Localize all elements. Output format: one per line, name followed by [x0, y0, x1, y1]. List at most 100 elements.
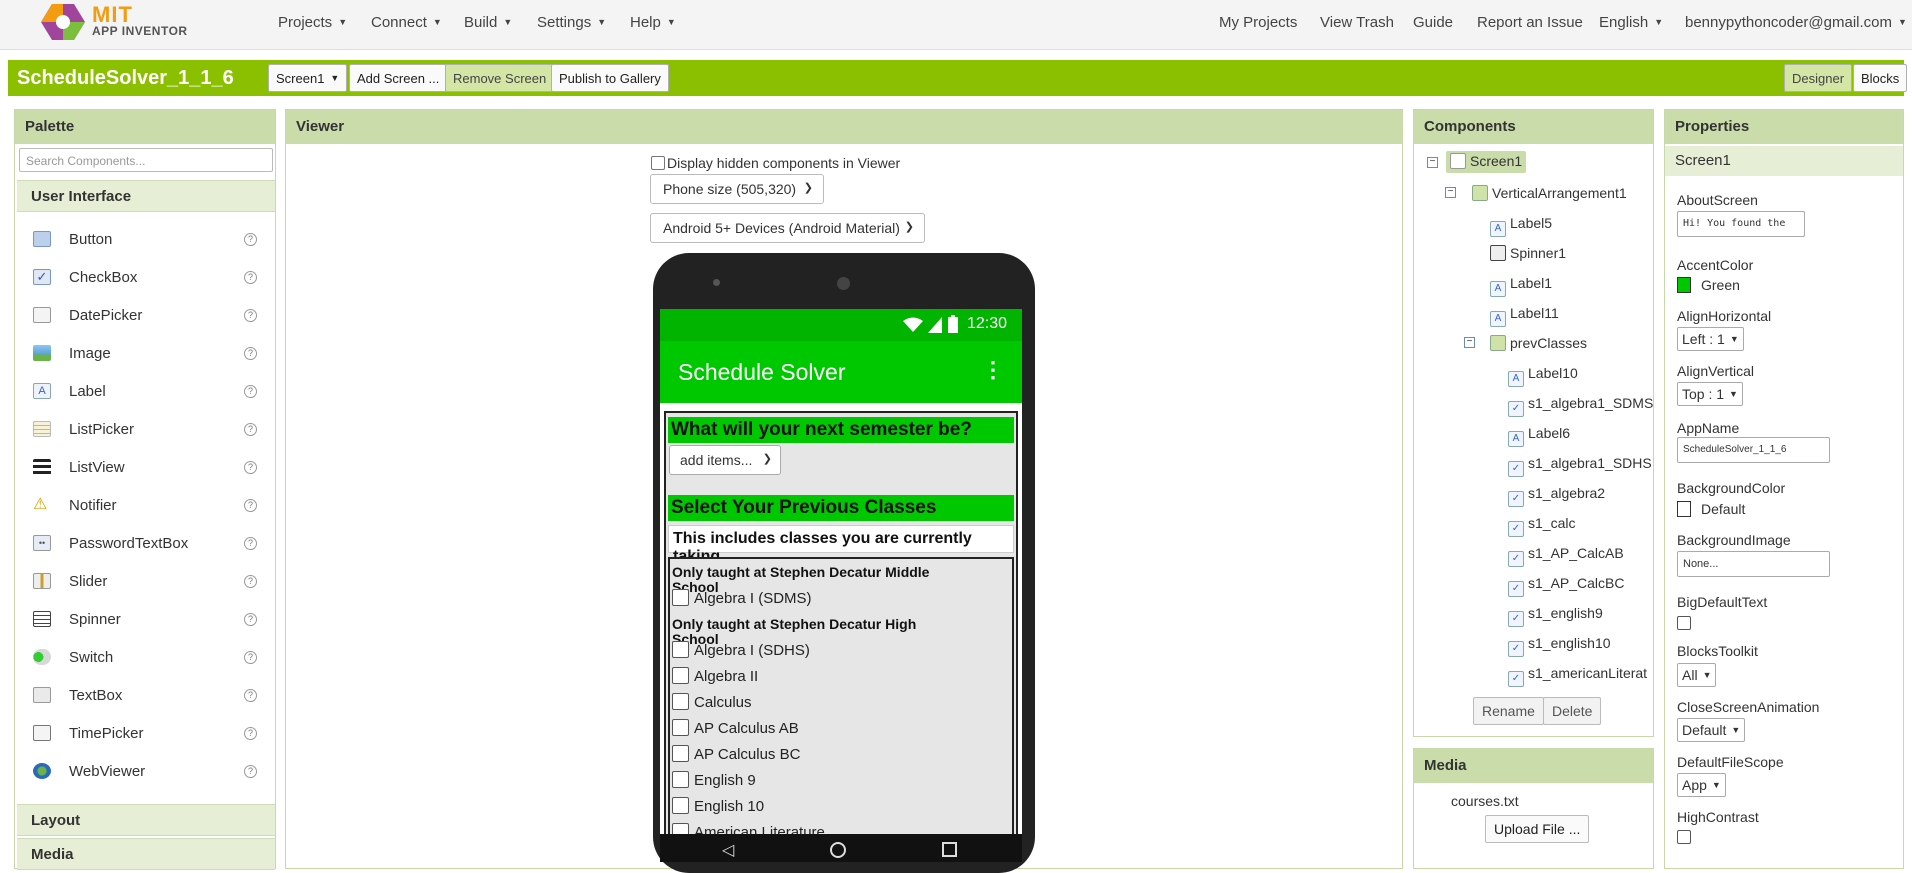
tree-node-label1[interactable]: A Label1 — [1490, 275, 1552, 299]
tree-node-screen1[interactable]: Screen1 — [1446, 151, 1527, 177]
prop-bigdefaulttext-checkbox[interactable] — [1677, 616, 1691, 630]
prop-closescreenanimation-select[interactable]: Default ▼ — [1677, 718, 1746, 742]
checkbox-algebra1-sdms[interactable]: Algebra I (SDMS) — [672, 589, 812, 607]
tree-node-s1-algebra1-sdhs[interactable]: ✓ s1_algebra1_SDHS — [1508, 455, 1652, 479]
tree-node-s1-americanliterat[interactable]: ✓ s1_americanLiterat — [1508, 665, 1647, 689]
app-inventor-logo[interactable]: MIT APP INVENTOR — [40, 0, 190, 44]
palette-item-listview[interactable]: ListView ? — [17, 448, 275, 486]
prop-aboutscreen-input[interactable]: Hi! You found the — [1677, 211, 1805, 237]
checkbox-american-literature[interactable]: American Literature — [672, 823, 825, 834]
palette-item-passwordtextbox[interactable]: •• PasswordTextBox ? — [17, 524, 275, 562]
help-icon[interactable]: ? — [244, 651, 257, 664]
remove-screen-button[interactable]: Remove Screen — [445, 64, 555, 92]
palette-item-slider[interactable]: Slider ? — [17, 562, 275, 600]
phone-size-select[interactable]: Phone size (505,320) ❯ — [650, 174, 824, 204]
tree-node-prevclasses[interactable]: prevClasses — [1490, 335, 1587, 359]
upload-file-button[interactable]: Upload File ... — [1485, 815, 1590, 843]
help-icon[interactable]: ? — [244, 727, 257, 740]
menu-connect[interactable]: Connect ▼ — [371, 14, 442, 31]
palette-item-image[interactable]: Image ? — [17, 334, 275, 372]
menu-help[interactable]: Help ▼ — [630, 14, 676, 31]
help-icon[interactable]: ? — [244, 499, 257, 512]
menu-language[interactable]: English ▼ — [1599, 14, 1663, 31]
prop-backgroundimage-input[interactable]: None... — [1677, 551, 1830, 577]
overflow-menu-icon[interactable]: ⋮ — [982, 357, 1004, 383]
prop-appname-input[interactable]: ScheduleSolver_1_1_6 — [1677, 437, 1830, 463]
label-high-school[interactable]: Only taught at Stephen Decatur High Scho… — [672, 617, 962, 647]
designer-button[interactable]: Designer — [1784, 64, 1853, 92]
home-nav-icon[interactable] — [830, 842, 846, 858]
help-icon[interactable]: ? — [244, 309, 257, 322]
checkbox-calculus[interactable]: Calculus — [672, 693, 752, 711]
palette-item-timepicker[interactable]: TimePicker ? — [17, 714, 275, 752]
help-icon[interactable]: ? — [244, 233, 257, 246]
recents-nav-icon[interactable] — [942, 842, 957, 857]
tree-node-s1-ap-calcbc[interactable]: ✓ s1_AP_CalcBC — [1508, 575, 1625, 599]
tree-node-spinner1[interactable]: Spinner1 — [1490, 245, 1566, 269]
help-icon[interactable]: ? — [244, 347, 257, 360]
heading-next-semester[interactable]: What will your next semester be? — [668, 417, 1014, 443]
tree-node-verticalarrangement1[interactable]: VerticalArrangement1 — [1472, 185, 1627, 209]
category-layout[interactable]: Layout — [17, 804, 275, 836]
menu-projects[interactable]: Projects ▼ — [278, 14, 347, 31]
tree-node-s1-ap-calcab[interactable]: ✓ s1_AP_CalcAB — [1508, 545, 1624, 569]
palette-item-label[interactable]: A Label ? — [17, 372, 275, 410]
tree-node-s1-english10[interactable]: ✓ s1_english10 — [1508, 635, 1611, 659]
checkbox-ap-calc-bc[interactable]: AP Calculus BC — [672, 745, 800, 763]
publish-gallery-button[interactable]: Publish to Gallery — [551, 64, 669, 92]
palette-item-webviewer[interactable]: WebViewer ? — [17, 752, 275, 790]
link-report-issue[interactable]: Report an Issue — [1477, 14, 1583, 31]
menu-settings[interactable]: Settings ▼ — [537, 14, 606, 31]
menu-build[interactable]: Build ▼ — [464, 14, 512, 31]
link-view-trash[interactable]: View Trash — [1320, 14, 1394, 31]
help-icon[interactable]: ? — [244, 613, 257, 626]
vertical-arrangement[interactable]: What will your next semester be? add ite… — [664, 411, 1018, 834]
link-my-projects[interactable]: My Projects — [1219, 14, 1297, 31]
tree-node-s1-english9[interactable]: ✓ s1_english9 — [1508, 605, 1603, 629]
hidden-checkbox[interactable] — [651, 156, 665, 170]
add-screen-button[interactable]: Add Screen ... — [349, 64, 448, 92]
link-guide[interactable]: Guide — [1413, 14, 1453, 31]
checkbox-algebra1-sdhs[interactable]: Algebra I (SDHS) — [672, 641, 810, 659]
label-middle-school[interactable]: Only taught at Stephen Decatur Middle Sc… — [672, 565, 962, 595]
prop-highcontrast-checkbox[interactable] — [1677, 830, 1691, 844]
palette-item-datepicker[interactable]: DatePicker ? — [17, 296, 275, 334]
category-media[interactable]: Media — [17, 838, 275, 870]
prop-defaultfilescope-select[interactable]: App ▼ — [1677, 773, 1726, 797]
tree-node-s1-calc[interactable]: ✓ s1_calc — [1508, 515, 1575, 539]
blocks-button[interactable]: Blocks — [1853, 64, 1908, 92]
background-color-swatch[interactable] — [1677, 501, 1691, 517]
prop-alignhorizontal-select[interactable]: Left : 1 ▼ — [1677, 327, 1744, 351]
help-icon[interactable]: ? — [244, 461, 257, 474]
accent-color-swatch[interactable] — [1677, 277, 1691, 293]
help-icon[interactable]: ? — [244, 423, 257, 436]
help-icon[interactable]: ? — [244, 765, 257, 778]
category-user-interface[interactable]: User Interface — [17, 180, 275, 212]
collapse-prevclasses-icon[interactable]: − — [1464, 337, 1475, 348]
subheading-current[interactable]: This includes classes you are currently … — [668, 525, 1014, 565]
palette-item-spinner[interactable]: Spinner ? — [17, 600, 275, 638]
palette-item-switch[interactable]: Switch ? — [17, 638, 275, 676]
collapse-screen1-icon[interactable]: − — [1427, 157, 1438, 168]
prev-classes-arrangement[interactable]: Only taught at Stephen Decatur Middle Sc… — [668, 557, 1014, 834]
palette-item-notifier[interactable]: ⚠ Notifier ? — [17, 486, 275, 524]
help-icon[interactable]: ? — [244, 537, 257, 550]
menu-account[interactable]: bennypythoncoder@gmail.com ▼ — [1685, 14, 1907, 31]
prop-alignvertical-select[interactable]: Top : 1 ▼ — [1677, 382, 1743, 406]
help-icon[interactable]: ? — [244, 575, 257, 588]
tree-node-label10[interactable]: A Label10 — [1508, 365, 1578, 389]
prop-backgroundcolor-value[interactable]: Default — [1701, 501, 1745, 517]
palette-item-listpicker[interactable]: ListPicker ? — [17, 410, 275, 448]
rename-button[interactable]: Rename — [1473, 697, 1544, 725]
checkbox-ap-calc-ab[interactable]: AP Calculus AB — [672, 719, 799, 737]
screen-select[interactable]: Screen1 ▼ — [268, 64, 348, 92]
media-file-courses[interactable]: courses.txt — [1451, 793, 1519, 809]
heading-previous-classes[interactable]: Select Your Previous Classes — [668, 495, 1014, 521]
help-icon[interactable]: ? — [244, 385, 257, 398]
tree-node-label5[interactable]: A Label5 — [1490, 215, 1552, 239]
palette-item-checkbox[interactable]: ✓ CheckBox ? — [17, 258, 275, 296]
tree-node-label11[interactable]: A Label11 — [1490, 305, 1559, 329]
collapse-verticalarrangement1-icon[interactable]: − — [1445, 187, 1456, 198]
add-items-spinner[interactable]: add items... ❯ — [669, 445, 781, 475]
display-hidden-toggle[interactable]: Display hidden components in Viewer — [651, 155, 900, 171]
